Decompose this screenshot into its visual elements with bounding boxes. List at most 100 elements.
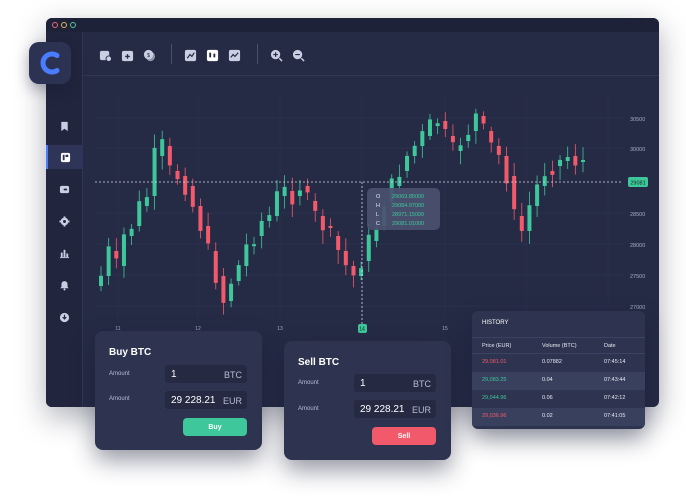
buy-total-label: Amount	[109, 396, 130, 402]
x-tick: 15	[442, 326, 448, 332]
maximize-window-button[interactable]	[70, 22, 76, 28]
svg-text:$: $	[147, 52, 150, 58]
candle-body	[236, 265, 241, 281]
candle-chart-button[interactable]	[204, 47, 220, 63]
history-price: 29,044.96	[482, 395, 507, 401]
sell-amount-btc-unit: BTC	[413, 379, 431, 389]
layout-icon	[60, 152, 71, 162]
current-price-label: 29081	[630, 181, 645, 187]
price-tick: 30500	[630, 117, 645, 123]
bell-icon	[60, 280, 69, 290]
candle-body	[152, 147, 157, 196]
x-tick: 14	[359, 327, 365, 333]
ohlc-high-label: H	[376, 203, 380, 209]
candle-body	[374, 228, 379, 241]
history-volume: 0.06	[542, 395, 553, 401]
price-tick: 28000	[630, 243, 645, 249]
history-volume: 0.07882	[542, 359, 562, 365]
sidebar-item-notifications[interactable]	[46, 273, 83, 297]
minimize-window-button[interactable]	[61, 22, 67, 28]
history-volume: 0.04	[542, 377, 553, 383]
candle-body	[328, 226, 333, 228]
ohlc-high-value: 29084.97000	[392, 203, 424, 209]
wallet-icon	[59, 185, 70, 193]
candle-body	[535, 184, 540, 206]
candle-body	[290, 191, 295, 205]
bar-chart-icon	[59, 249, 70, 258]
calendar-add-icon	[121, 50, 133, 61]
ohlc-tooltip: O 29069.85000 H 29084.97000 L 28971.1500…	[367, 188, 440, 230]
buy-button[interactable]: Buy	[183, 418, 247, 436]
candle-body	[359, 268, 364, 276]
buy-amount-eur-input[interactable]: 29 228.21 EUR	[165, 391, 247, 409]
buy-panel-title: Buy BTC	[109, 347, 152, 358]
app-logo	[29, 42, 71, 84]
candle-body	[542, 176, 547, 186]
calendar-add-button[interactable]	[119, 47, 135, 63]
history-date: 07:42:12	[604, 395, 626, 401]
history-col-date: Date	[604, 343, 616, 349]
candle-body	[114, 251, 119, 259]
candle-body	[458, 145, 463, 151]
download-icon	[59, 312, 70, 322]
candle-body	[481, 116, 486, 124]
sell-amount-btc-input[interactable]: 1 BTC	[354, 374, 436, 392]
sell-button[interactable]: Sell	[372, 427, 436, 445]
candle-body	[313, 201, 318, 211]
sidebar-item-bookmarks[interactable]	[46, 114, 83, 138]
candle-body	[244, 244, 249, 266]
candle-body	[144, 197, 149, 206]
history-row[interactable]: 29,083.25 0.04 07:43:44	[472, 372, 645, 390]
history-row[interactable]: 29,036.96 0.02 07:41:05	[472, 408, 645, 426]
candle-body	[466, 134, 471, 141]
candle-body	[121, 234, 126, 266]
calendar-clock-icon	[99, 50, 112, 62]
line-chart-button[interactable]	[226, 47, 242, 63]
candle-body	[473, 113, 478, 131]
zoom-out-icon	[292, 49, 305, 62]
history-volume: 0.02	[542, 413, 553, 419]
sell-amount-eur-value: 29 228.21	[360, 404, 405, 415]
ohlc-open-value: 29069.85000	[392, 194, 424, 200]
history-date: 07:45:14	[604, 359, 626, 365]
history-row[interactable]: 29,081.01 0.07882 07:45:14	[472, 354, 645, 372]
candle-chart-icon	[206, 49, 218, 61]
sidebar	[46, 32, 83, 407]
sidebar-item-dashboard[interactable]	[46, 145, 83, 169]
sidebar-item-settings[interactable]	[46, 209, 83, 233]
candle-body	[106, 246, 111, 276]
close-window-button[interactable]	[52, 22, 58, 28]
chart-toolbar: $	[83, 32, 659, 76]
chart-type-button[interactable]	[182, 47, 198, 63]
candle-body	[320, 216, 325, 231]
zoom-out-button[interactable]	[290, 47, 306, 63]
sidebar-item-statistics[interactable]	[46, 241, 83, 265]
line-chart-icon	[228, 49, 240, 61]
sell-amount-btc-value: 1	[360, 378, 366, 389]
buy-amount-btc-input[interactable]: 1 BTC	[165, 365, 247, 383]
buy-amount-eur-unit: EUR	[222, 396, 242, 406]
history-row[interactable]: 29,044.96 0.06 07:42:12	[472, 390, 645, 408]
buy-panel: Buy BTC Amount 1 BTC Amount 29 228.21 EU…	[95, 331, 262, 450]
sidebar-item-download[interactable]	[46, 305, 83, 329]
candle-body	[565, 156, 570, 161]
candle-body	[405, 155, 410, 171]
sell-amount-eur-input[interactable]: 29 228.21 EUR	[354, 400, 436, 418]
candle-body	[435, 123, 440, 126]
candle-body	[99, 275, 103, 286]
candle-body	[282, 186, 287, 196]
price-tick: 30000	[630, 147, 645, 153]
buy-amount-btc-value: 1	[171, 369, 177, 380]
calendar-clock-button[interactable]	[97, 47, 113, 63]
coins-button[interactable]: $	[141, 47, 157, 63]
zoom-in-icon	[270, 49, 283, 62]
history-panel: HISTORY Price (EUR) Volume (BTC) Date 29…	[472, 311, 645, 429]
zoom-in-button[interactable]	[268, 47, 284, 63]
candle-body	[519, 216, 524, 231]
history-price: 29,081.01	[482, 359, 507, 365]
sidebar-item-wallet[interactable]	[46, 177, 83, 201]
ohlc-close-value: 29081.01000	[392, 221, 424, 227]
candle-body	[427, 119, 432, 136]
candle-body	[573, 156, 578, 166]
history-title: HISTORY	[482, 320, 509, 326]
